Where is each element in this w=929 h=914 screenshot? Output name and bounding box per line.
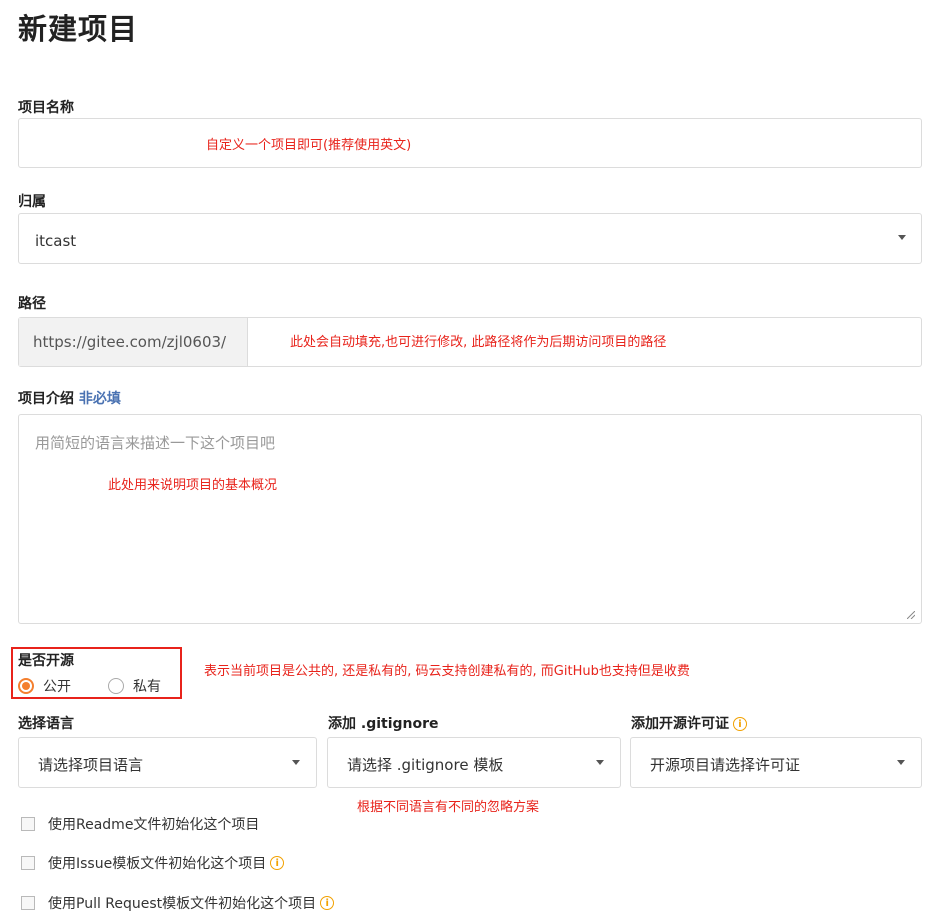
license-select-value: 开源项目请选择许可证 [650,756,801,774]
project-name-input[interactable] [18,118,922,168]
description-annotation: 此处用来说明项目的基本概况 [108,478,278,493]
chevron-down-icon [897,760,905,765]
project-name-annotation: 自定义一个项目即可(推荐使用英文) [206,138,412,153]
description-label: 项目介绍 非必填 [18,388,121,408]
optional-tag: 非必填 [78,391,121,407]
info-icon[interactable]: i [733,717,747,731]
language-select-value: 请选择项目语言 [38,756,144,774]
radio-private[interactable]: 私有 [108,676,161,696]
chevron-down-icon [898,235,906,240]
radio-private-label: 私有 [133,679,161,695]
language-select[interactable]: 请选择项目语言 [18,737,317,788]
gitignore-label: 添加 .gitignore [328,716,439,732]
checkbox-pull-request-box[interactable] [21,896,35,910]
path-label: 路径 [18,296,46,312]
checkbox-readme[interactable]: 使用Readme文件初始化这个项目 [21,814,259,834]
description-textarea[interactable]: 用简短的语言来描述一下这个项目吧 [18,414,922,624]
description-label-text: 项目介绍 [18,391,74,407]
owner-label: 归属 [18,194,46,210]
radio-public[interactable]: 公开 [18,676,71,696]
checkbox-readme-label: 使用Readme文件初始化这个项目 [48,817,260,833]
info-icon[interactable]: i [320,896,335,910]
checkbox-readme-box[interactable] [21,817,35,831]
chevron-down-icon [596,760,604,765]
resize-handle-icon[interactable] [907,611,915,619]
gitignore-select-value: 请选择 .gitignore 模板 [347,756,504,774]
license-label-text: 添加开源许可证 [631,716,729,732]
gitignore-select[interactable]: 请选择 .gitignore 模板 [327,737,621,788]
path-prefix-addon: https://gitee.com/zjl0603/ [19,318,248,366]
checkbox-issue-label: 使用Issue模板文件初始化这个项目 [48,856,267,872]
visibility-label: 是否开源 [18,653,74,669]
owner-select-value: itcast [35,232,77,250]
description-placeholder: 用简短的语言来描述一下这个项目吧 [35,434,276,452]
radio-public-dot[interactable] [18,678,34,694]
owner-select[interactable]: itcast [18,213,922,264]
language-label: 选择语言 [18,716,74,732]
chevron-down-icon [292,760,300,765]
checkbox-issue-box[interactable] [21,856,35,870]
license-select[interactable]: 开源项目请选择许可证 [630,737,922,788]
checkbox-pull-request-label: 使用Pull Request模板文件初始化这个项目 [48,896,317,912]
license-label: 添加开源许可证 i [631,713,747,733]
radio-private-dot[interactable] [108,678,124,694]
radio-public-label: 公开 [43,679,71,695]
project-name-label: 项目名称 [18,100,74,116]
page-title: 新建项目 [18,12,139,46]
checkbox-pull-request[interactable]: 使用Pull Request模板文件初始化这个项目 i [21,893,335,913]
gitignore-annotation: 根据不同语言有不同的忽略方案 [357,800,540,815]
visibility-annotation: 表示当前项目是公共的, 还是私有的, 码云支持创建私有的, 而GitHub也支持… [204,664,690,679]
info-icon[interactable]: i [270,856,285,870]
path-prefix: https://gitee.com/zjl0603/ [33,333,227,351]
path-annotation: 此处会自动填充,也可进行修改, 此路径将作为后期访问项目的路径 [290,335,667,350]
checkbox-issue[interactable]: 使用Issue模板文件初始化这个项目 i [21,853,285,873]
